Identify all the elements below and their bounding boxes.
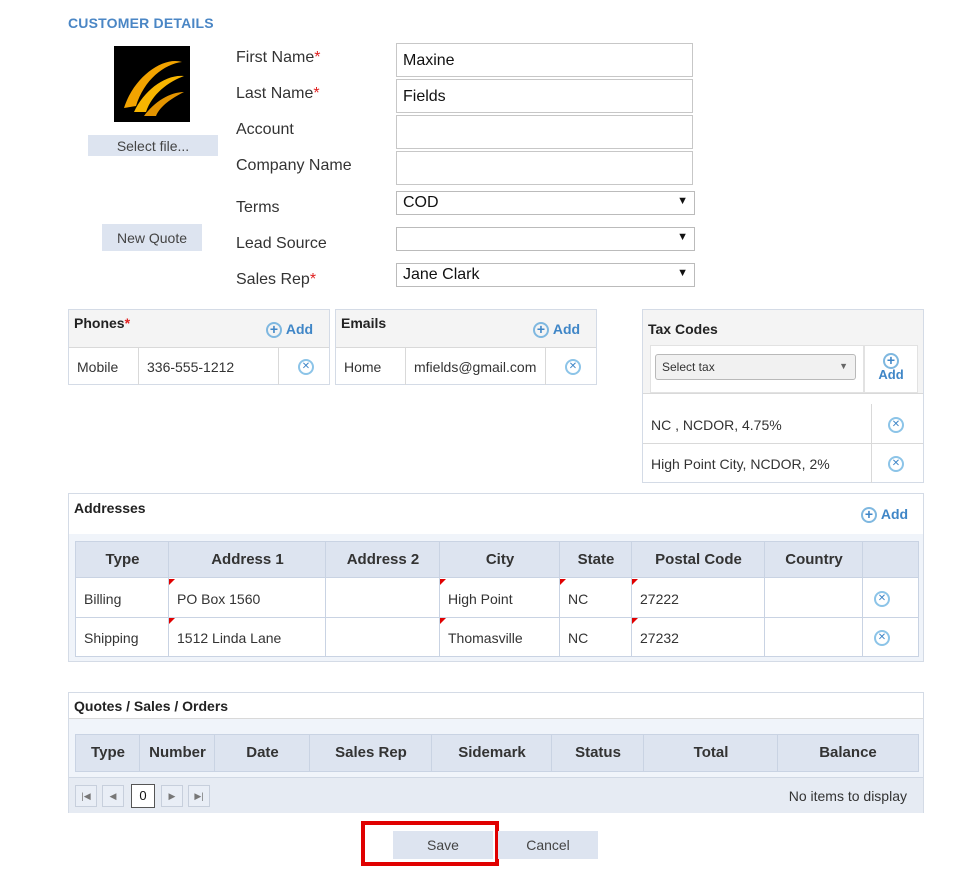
- new-quote-button[interactable]: New Quote: [102, 224, 202, 251]
- address-postal: 27222: [640, 591, 679, 607]
- terms-select-value: COD: [403, 194, 439, 211]
- plus-circle-icon: +: [861, 507, 877, 524]
- tax-code-row: High Point City, NCDOR, 2%: [651, 456, 830, 472]
- last-name-label: Last Name*: [236, 85, 320, 102]
- col-type: Type: [91, 744, 125, 761]
- gold-swirl-logo-icon: [114, 46, 190, 122]
- empty-message: No items to display: [788, 788, 907, 804]
- address-state: NC: [568, 591, 589, 607]
- remove-address-icon[interactable]: ✕: [874, 630, 890, 646]
- address-type: Billing: [84, 591, 122, 607]
- plus-circle-icon: +: [266, 322, 282, 339]
- account-label: Account: [236, 121, 294, 138]
- addresses-panel: Addresses + Add Type Address 1 Address 2…: [68, 493, 924, 662]
- email-type: Home: [344, 359, 382, 375]
- sales-rep-select-value: Jane Clark: [403, 266, 480, 283]
- current-page[interactable]: 0: [131, 784, 155, 808]
- lead-source-select[interactable]: ▼: [396, 227, 695, 251]
- orders-title: Quotes / Sales / Orders: [74, 698, 229, 714]
- phones-add-label: Add: [285, 321, 314, 337]
- col-sidemark: Sidemark: [458, 744, 526, 761]
- remove-tax-icon[interactable]: ✕: [888, 417, 904, 433]
- orders-pager: |◀ ◀ 0 ▶ ▶| No items to display: [69, 777, 923, 813]
- addresses-add-label: Add: [880, 506, 909, 522]
- tax-codes-panel: Tax Codes Select tax ▼ + Add NC , NCDOR,…: [642, 309, 924, 483]
- tax-codes-title: Tax Codes: [648, 321, 718, 337]
- col-address2: Address 2: [346, 551, 420, 568]
- col-status: Status: [575, 744, 621, 761]
- remove-email-icon[interactable]: ✕: [565, 359, 581, 375]
- col-city: City: [485, 551, 515, 568]
- first-name-label: First Name*: [236, 49, 321, 66]
- remove-phone-icon[interactable]: ✕: [298, 359, 314, 375]
- company-name-label: Company Name: [236, 157, 352, 174]
- col-sales-rep: Sales Rep: [335, 744, 407, 761]
- addresses-add-link[interactable]: + Add: [861, 506, 909, 524]
- remove-tax-icon[interactable]: ✕: [888, 456, 904, 472]
- address-postal: 27232: [640, 630, 679, 646]
- col-address1: Address 1: [211, 551, 284, 568]
- prev-page-icon[interactable]: ◀: [102, 785, 124, 807]
- col-number: Number: [149, 744, 206, 761]
- phone-type: Mobile: [77, 359, 119, 375]
- address-type: Shipping: [84, 630, 139, 646]
- col-state: State: [577, 551, 615, 568]
- cancel-button[interactable]: Cancel: [498, 831, 598, 859]
- address-city: Thomasville: [448, 630, 523, 646]
- remove-address-icon[interactable]: ✕: [874, 591, 890, 607]
- account-input[interactable]: [396, 115, 693, 149]
- col-total: Total: [693, 744, 729, 761]
- emails-add-link[interactable]: + Add: [533, 321, 581, 339]
- emails-panel: Emails + Add Home mfields@gmail.com ✕: [335, 309, 597, 385]
- first-name-input[interactable]: Maxine: [396, 43, 693, 77]
- phones-add-link[interactable]: + Add: [266, 321, 314, 339]
- tax-add-label: Add: [878, 367, 904, 382]
- next-page-icon[interactable]: ▶: [161, 785, 183, 807]
- phones-title: Phones*: [74, 315, 131, 331]
- address-state: NC: [568, 630, 589, 646]
- col-balance: Balance: [819, 744, 877, 761]
- last-name-input[interactable]: Fields: [396, 79, 693, 113]
- col-type: Type: [105, 551, 140, 568]
- tax-select[interactable]: Select tax ▼: [655, 354, 856, 380]
- addresses-header: [69, 494, 923, 534]
- col-country: Country: [785, 551, 843, 568]
- tax-code-row: NC , NCDOR, 4.75%: [651, 417, 782, 433]
- addresses-table: Type Address 1 Address 2 City State Post…: [75, 541, 919, 657]
- tax-select-placeholder: Select tax: [662, 360, 715, 374]
- orders-panel: Quotes / Sales / Orders Type Number Date…: [68, 692, 924, 813]
- emails-title: Emails: [341, 315, 387, 331]
- customer-logo: [114, 46, 190, 122]
- col-postal: Postal Code: [655, 551, 742, 568]
- terms-label: Terms: [236, 199, 280, 216]
- sales-rep-label: Sales Rep*: [236, 271, 317, 288]
- phone-number: 336-555-1212: [147, 359, 235, 375]
- lead-source-label: Lead Source: [236, 235, 327, 252]
- select-file-button[interactable]: Select file...: [88, 135, 218, 156]
- first-page-icon[interactable]: |◀: [75, 785, 97, 807]
- dropdown-arrow-icon: ▼: [677, 267, 688, 279]
- phones-panel: Phones* + Add Mobile 336-555-1212 ✕: [68, 309, 330, 385]
- plus-circle-icon: +: [533, 322, 549, 339]
- email-address: mfields@gmail.com: [414, 359, 537, 375]
- tax-add-link[interactable]: + Add: [864, 345, 918, 393]
- address-line1: 1512 Linda Lane: [177, 630, 282, 646]
- col-date: Date: [246, 744, 279, 761]
- last-page-icon[interactable]: ▶|: [188, 785, 210, 807]
- terms-select[interactable]: COD ▼: [396, 191, 695, 215]
- emails-add-label: Add: [552, 321, 581, 337]
- sales-rep-select[interactable]: Jane Clark ▼: [396, 263, 695, 287]
- addresses-title: Addresses: [74, 500, 146, 516]
- dropdown-arrow-icon: ▼: [677, 231, 688, 243]
- dropdown-arrow-icon: ▼: [677, 195, 688, 207]
- save-highlight-box: [361, 821, 499, 866]
- dropdown-arrow-icon: ▼: [839, 361, 848, 371]
- address-line1: PO Box 1560: [177, 591, 261, 607]
- page-title: CUSTOMER DETAILS: [68, 15, 214, 31]
- address-city: High Point: [448, 591, 513, 607]
- company-name-input[interactable]: [396, 151, 693, 185]
- orders-table-header: Type Number Date Sales Rep Sidemark Stat…: [75, 734, 919, 772]
